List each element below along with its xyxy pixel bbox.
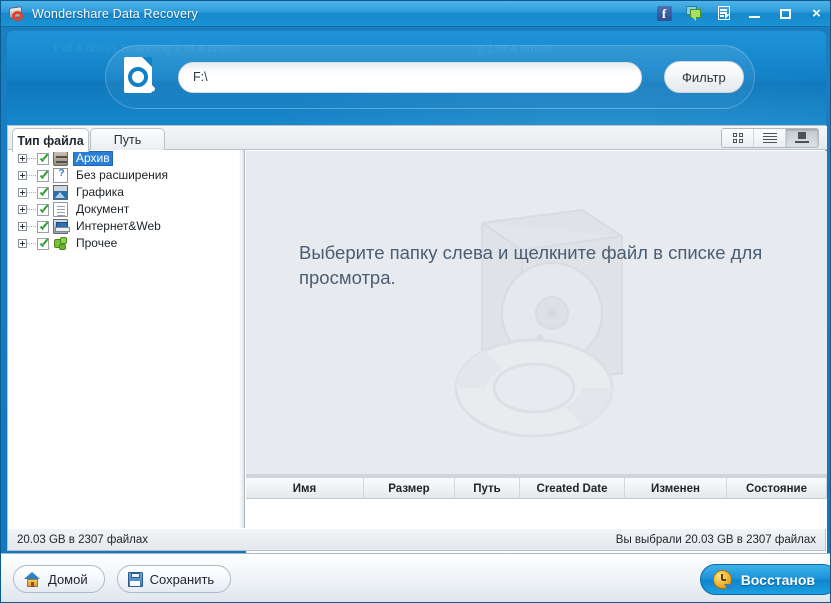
status-total-text: 20.03 GB в 2307 файлах — [17, 533, 149, 546]
checkbox-checked-icon[interactable] — [37, 152, 49, 165]
maximize-icon — [780, 8, 791, 19]
search-hero-panel: 1 of 4 drives Scanning 1 of 4 drives g 1… — [7, 31, 826, 131]
tree-item-label: Интернет&Web — [76, 219, 161, 233]
preview-placeholder-message: Выберите папку слева и щелкните файл в с… — [299, 242, 763, 288]
close-button[interactable]: × — [801, 1, 830, 27]
view-mode-details[interactable] — [786, 129, 818, 147]
file-table: Имя Размер Путь Created Date Изменен Сос… — [246, 478, 827, 602]
expand-icon[interactable] — [18, 154, 27, 163]
application-window: Wondershare Data Recovery f × 1 of 4 dri… — [0, 0, 831, 603]
expand-icon[interactable] — [18, 171, 27, 180]
tree-item-no-extension[interactable]: Без расширения — [8, 167, 239, 184]
harddrive-lifebuoy-watermark — [454, 208, 623, 437]
facebook-glyph: f — [656, 6, 672, 21]
details-icon — [795, 132, 809, 144]
minimize-icon — [749, 15, 760, 18]
register-icon[interactable] — [709, 1, 739, 27]
tree-item-label: Прочее — [76, 236, 118, 250]
save-button[interactable]: Сохранить — [116, 565, 232, 593]
title-bar-actions: f × — [649, 1, 830, 27]
list-icon — [762, 131, 777, 145]
title-bar: Wondershare Data Recovery f × — [1, 1, 830, 27]
tree-item-archive[interactable]: Архив — [8, 150, 239, 167]
main-body: Тип файла Путь Архив ? Без расширения Гр… — [7, 125, 827, 602]
facebook-icon[interactable]: f — [649, 1, 679, 27]
preview-panel: Выберите папку слева и щелкните файл в с… — [246, 151, 827, 474]
document-icon — [53, 202, 68, 217]
status-selected-text: Вы выбрали 20.03 GB в 2307 файлах — [615, 533, 816, 546]
tree-item-label: Графика — [76, 185, 124, 199]
web-icon — [53, 219, 70, 234]
column-header-status[interactable]: Состояние — [727, 478, 827, 499]
column-header-name[interactable]: Имя — [246, 478, 364, 499]
expand-icon[interactable] — [18, 239, 27, 248]
tree-item-other[interactable]: Прочее — [8, 235, 239, 252]
file-type-tree[interactable]: Архив Без расширения Графика Документ — [8, 150, 239, 528]
feedback-icon[interactable] — [679, 1, 709, 27]
tree-item-label: Архив — [73, 151, 113, 166]
document-search-icon — [118, 54, 164, 100]
close-icon: × — [812, 5, 821, 22]
tab-strip: Тип файла Путь — [8, 126, 827, 152]
table-header-row: Имя Размер Путь Created Date Изменен Сос… — [246, 478, 827, 499]
expand-icon[interactable] — [18, 222, 27, 231]
app-icon — [8, 5, 25, 22]
home-icon — [24, 571, 41, 587]
view-mode-list[interactable] — [754, 129, 786, 147]
view-mode-switcher — [721, 128, 819, 148]
expand-icon[interactable] — [18, 188, 27, 197]
minimize-button[interactable] — [739, 1, 770, 27]
puzzle-icon — [53, 236, 68, 251]
checkbox-checked-icon[interactable] — [37, 203, 49, 216]
chat-bubbles-glyph — [686, 6, 702, 21]
window-title: Wondershare Data Recovery — [32, 6, 198, 21]
tree-item-label: Документ — [76, 202, 130, 216]
checkbox-checked-icon[interactable] — [37, 220, 49, 233]
expand-icon[interactable] — [18, 205, 27, 214]
search-bar: Фильтр — [105, 45, 755, 109]
home-button-label: Домой — [48, 571, 88, 587]
footer-bar: Домой Сохранить Восстанов — [1, 553, 830, 602]
image-icon — [53, 185, 68, 200]
checkbox-checked-icon[interactable] — [37, 186, 49, 199]
column-header-modified[interactable]: Изменен — [625, 478, 727, 499]
filter-button[interactable]: Фильтр — [664, 61, 744, 93]
unknown-file-icon — [53, 168, 69, 183]
tab-path[interactable]: Путь — [90, 128, 165, 151]
home-button[interactable]: Домой — [13, 565, 105, 593]
form-cursor-glyph — [717, 6, 732, 21]
vertical-splitter[interactable] — [239, 150, 245, 528]
maximize-button[interactable] — [770, 1, 801, 27]
tree-item-internet-web[interactable]: Интернет&Web — [8, 218, 239, 235]
tree-item-document[interactable]: Документ — [8, 201, 239, 218]
grid-icon — [732, 133, 743, 143]
view-mode-thumbnails[interactable] — [722, 129, 754, 147]
archive-icon — [53, 151, 68, 166]
restore-clock-icon — [712, 570, 734, 590]
tree-item-graphics[interactable]: Графика — [8, 184, 239, 201]
tab-file-type[interactable]: Тип файла — [12, 128, 89, 152]
status-bar: 20.03 GB в 2307 файлах Вы выбрали 20.03 … — [7, 529, 826, 551]
checkbox-checked-icon[interactable] — [37, 169, 49, 182]
tree-item-label: Без расширения — [76, 168, 168, 182]
checkbox-checked-icon[interactable] — [37, 237, 49, 250]
restore-button[interactable]: Восстанов — [699, 564, 830, 595]
column-header-created-date[interactable]: Created Date — [520, 478, 625, 499]
restore-button-label: Восстанов — [740, 571, 815, 588]
search-path-input[interactable] — [178, 61, 642, 93]
column-header-size[interactable]: Размер — [364, 478, 455, 499]
column-header-path[interactable]: Путь — [455, 478, 520, 499]
save-button-label: Сохранить — [149, 571, 215, 587]
floppy-disk-icon — [127, 571, 143, 587]
